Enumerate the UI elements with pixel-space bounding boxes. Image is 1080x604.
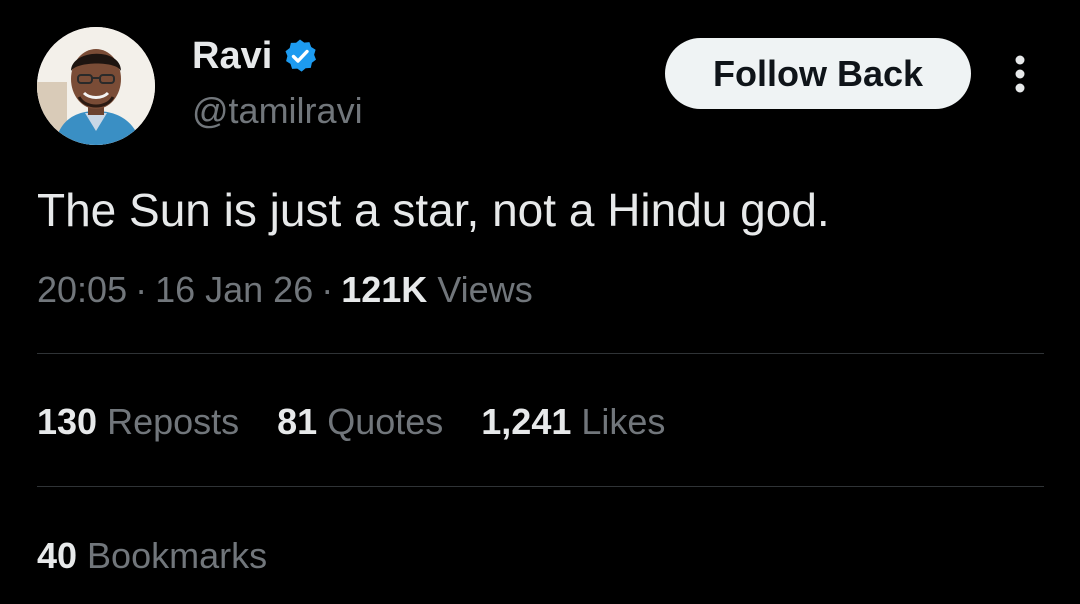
tweet-time[interactable]: 20:05 <box>37 269 127 310</box>
bookmarks-count: 40 <box>37 535 78 576</box>
quotes-stat[interactable]: 81 Quotes <box>277 398 443 446</box>
author-handle[interactable]: @tamilravi <box>192 90 363 132</box>
likes-stat[interactable]: 1,241 Likes <box>481 398 665 446</box>
reposts-stat[interactable]: 130 Reposts <box>37 398 239 446</box>
quotes-count: 81 <box>277 401 318 442</box>
tweet-date[interactable]: 16 Jan 26 <box>155 269 313 310</box>
engagement-stats: 130 Reposts 81 Quotes 1,241 Likes <box>37 398 665 446</box>
author-name[interactable]: Ravi <box>192 34 272 78</box>
more-vertical-icon[interactable] <box>1004 54 1036 94</box>
reposts-count: 130 <box>37 401 98 442</box>
avatar[interactable] <box>37 27 155 145</box>
likes-label: Likes <box>581 401 666 442</box>
quotes-label: Quotes <box>327 401 444 442</box>
views-count: 121K <box>341 269 428 310</box>
reposts-label: Reposts <box>107 401 240 442</box>
avatar-photo <box>37 27 155 145</box>
meta-separator: · <box>321 269 334 310</box>
tweet-text: The Sun is just a star, not a Hindu god. <box>37 184 830 236</box>
verified-badge-icon <box>285 39 317 72</box>
bookmarks-stat[interactable]: 40 Bookmarks <box>37 532 267 580</box>
meta-separator: · <box>135 269 148 310</box>
follow-back-button[interactable]: Follow Back <box>665 38 971 109</box>
likes-count: 1,241 <box>481 401 572 442</box>
tweet-meta: 20:05 · 16 Jan 26 · 121K Views <box>37 266 533 314</box>
divider <box>37 486 1044 487</box>
views-label: Views <box>437 269 533 310</box>
author-name-row[interactable]: Ravi <box>192 34 318 78</box>
divider <box>37 353 1044 354</box>
bookmarks-label: Bookmarks <box>87 535 268 576</box>
